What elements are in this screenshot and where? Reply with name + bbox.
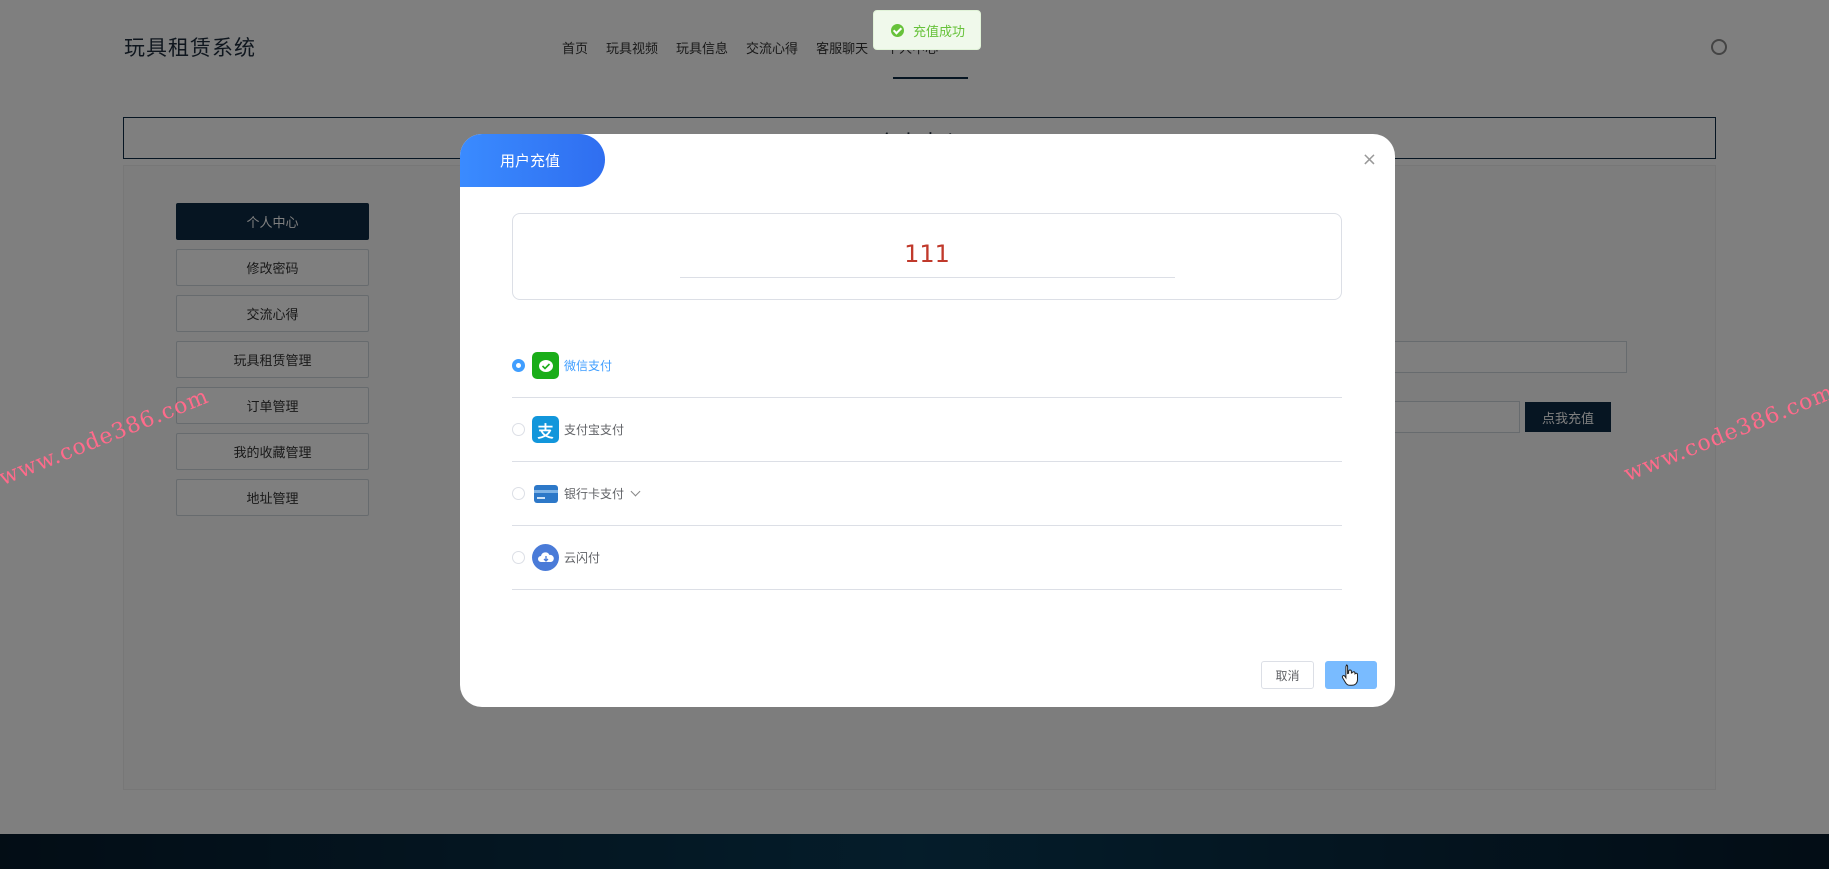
success-toast: 充值成功 — [873, 10, 981, 50]
payment-method-list: 微信支付 支 支付宝支付 银行卡支付 云闪付 — [512, 334, 1342, 590]
dialog-title: 用户充值 — [460, 134, 605, 187]
unionpay-cloud-icon — [532, 544, 559, 571]
close-icon[interactable]: × — [1362, 149, 1377, 170]
wechat-icon — [532, 352, 559, 379]
amount-box: 111 — [512, 213, 1342, 300]
amount-underline — [680, 277, 1175, 278]
payment-label: 支付宝支付 — [564, 423, 625, 437]
amount-input[interactable]: 111 — [513, 240, 1341, 268]
payment-option-bank-card[interactable]: 银行卡支付 — [512, 462, 1342, 526]
payment-option-alipay[interactable]: 支 支付宝支付 — [512, 398, 1342, 462]
payment-label: 云闪付 — [564, 551, 601, 565]
recharge-dialog: 用户充值 × 111 微信支付 支 支付宝支付 银行卡支付 云闪付 取消 — [460, 134, 1395, 707]
payment-label: 微信支付 — [564, 359, 613, 373]
radio-unionpay-cloud[interactable] — [512, 551, 525, 564]
payment-option-unionpay-cloud[interactable]: 云闪付 — [512, 526, 1342, 590]
payment-option-wechat[interactable]: 微信支付 — [512, 334, 1342, 398]
radio-alipay[interactable] — [512, 423, 525, 436]
hand-cursor-icon — [1341, 664, 1358, 686]
chevron-down-icon[interactable] — [630, 486, 641, 497]
cancel-button[interactable]: 取消 — [1261, 661, 1314, 689]
radio-wechat[interactable] — [512, 359, 525, 372]
bank-card-icon — [532, 480, 559, 507]
payment-label: 银行卡支付 — [564, 487, 625, 501]
toast-message: 充值成功 — [913, 24, 966, 40]
radio-bank-card[interactable] — [512, 487, 525, 500]
success-check-icon — [891, 23, 904, 37]
alipay-icon: 支 — [532, 416, 559, 443]
